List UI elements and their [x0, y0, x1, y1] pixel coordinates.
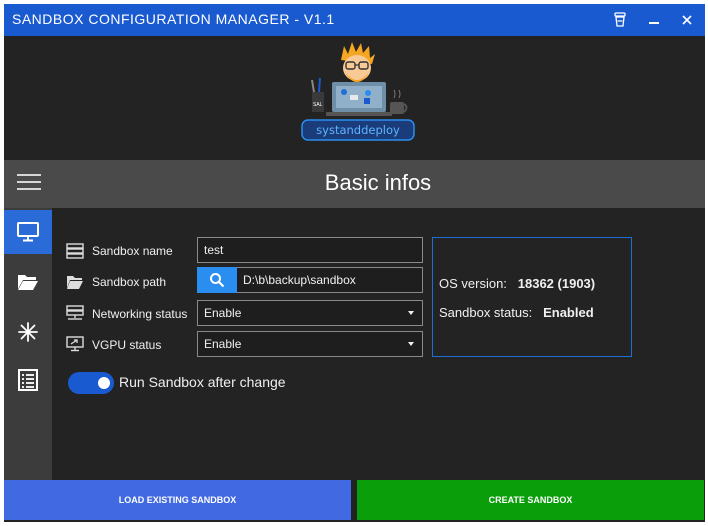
page-header: Basic infos — [4, 160, 705, 208]
vgpu-status-select[interactable]: Enable — [197, 331, 423, 357]
sandbox-status-line: Sandbox status: Enabled — [439, 305, 594, 320]
sidebar-item-tools[interactable] — [4, 310, 52, 354]
theme-icon[interactable] — [610, 10, 630, 30]
title-bar: SANDBOX CONFIGURATION MANAGER - V1.1 — [4, 4, 705, 36]
page-title: Basic infos — [324, 170, 432, 195]
chevron-down-icon — [408, 311, 414, 315]
os-version-value: 18362 (1903) — [517, 276, 596, 291]
os-version-label: OS version: — [439, 276, 507, 291]
logo-text: systanddeploy — [316, 123, 400, 137]
sidebar-item-folders[interactable] — [4, 260, 52, 304]
networking-status-select[interactable]: Enable — [197, 300, 423, 326]
sidebar-item-logs[interactable] — [4, 358, 52, 402]
minimize-icon[interactable] — [644, 10, 664, 30]
svg-text:SAL: SAL — [313, 102, 323, 108]
snowflake-icon — [18, 322, 38, 342]
systanddeploy-logo: SAL systanddeploy — [298, 40, 418, 144]
sandbox-status-value: Enabled — [543, 305, 594, 320]
sandbox-name-label: Sandbox name — [92, 244, 173, 258]
run-sandbox-toggle[interactable] — [68, 372, 114, 394]
sandbox-status-label: Sandbox status: — [439, 305, 533, 320]
chevron-down-icon — [408, 342, 414, 346]
sandbox-info-panel: OS version: 18362 (1903) Sandbox status:… — [432, 237, 632, 357]
sandbox-path-label: Sandbox path — [92, 275, 167, 289]
list-icon — [18, 369, 38, 391]
monitor-icon — [17, 222, 39, 242]
sidebar — [4, 208, 52, 480]
networking-status-value: Enable — [204, 306, 242, 320]
server-icon — [66, 243, 84, 259]
sandbox-name-input[interactable]: test — [197, 237, 423, 263]
search-icon — [210, 273, 225, 288]
browse-path-button[interactable] — [197, 267, 237, 293]
folder-icon — [18, 275, 38, 290]
sandbox-path-input[interactable]: D:\b\backup\sandbox — [237, 267, 423, 293]
networking-status-label: Networking status — [92, 307, 188, 321]
toggle-knob — [98, 377, 110, 389]
network-icon — [66, 305, 84, 320]
open-folder-icon — [67, 276, 83, 289]
sidebar-item-basic-infos[interactable] — [4, 210, 52, 254]
close-icon[interactable] — [677, 10, 697, 30]
monitor-arrow-icon — [66, 336, 84, 352]
app-window: SANDBOX CONFIGURATION MANAGER - V1.1 SAL… — [4, 4, 705, 522]
run-sandbox-toggle-label: Run Sandbox after change — [119, 374, 286, 390]
os-version-line: OS version: 18362 (1903) — [439, 276, 595, 291]
vgpu-status-value: Enable — [204, 337, 242, 351]
vgpu-status-label: VGPU status — [92, 338, 162, 352]
load-existing-sandbox-button[interactable]: LOAD EXISTING SANDBOX — [4, 480, 351, 520]
window-title: SANDBOX CONFIGURATION MANAGER - V1.1 — [12, 11, 335, 27]
create-sandbox-button[interactable]: CREATE SANDBOX — [357, 480, 704, 520]
